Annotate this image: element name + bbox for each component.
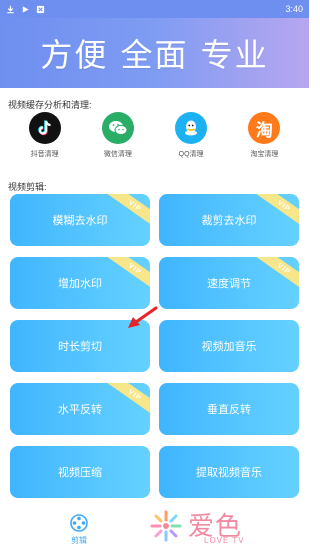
vip-badge: VIP — [106, 383, 150, 418]
cache-app-list: 抖音清理 微信清理 QQ清理 淘 淘宝清理 — [0, 112, 309, 166]
tool-extract-music[interactable]: 提取视频音乐 — [159, 446, 299, 498]
app-name: 淘宝清理 — [250, 151, 279, 158]
tool-add-music[interactable]: 视频加音乐 — [159, 320, 299, 372]
watermark-logo: 爱色 LOVE TV — [148, 506, 258, 546]
watermark-subtext: LOVE TV — [204, 536, 245, 545]
tool-flip-horizontal[interactable]: 水平反转 VIP — [10, 383, 150, 435]
tile-label: 水平反转 — [58, 404, 102, 416]
qq-icon — [175, 112, 208, 144]
tiktok-icon — [28, 112, 61, 144]
clock: 3:40 — [285, 4, 303, 14]
app-wechat-clean[interactable]: 微信清理 — [83, 112, 153, 159]
app-tiktok-clean[interactable]: 抖音清理 — [10, 112, 80, 159]
tool-blur-watermark-removal[interactable]: 模糊去水印 VIP — [10, 194, 150, 246]
header-banner: 方便 全面 专业 — [0, 18, 309, 88]
cache-section-label: 视频缓存分析和清理: — [8, 100, 92, 110]
tool-add-watermark[interactable]: 增加水印 VIP — [10, 257, 150, 309]
edit-section-label: 视频剪辑: — [8, 182, 47, 192]
notification-icon — [36, 5, 45, 13]
status-bar: 3:40 — [0, 0, 309, 18]
tool-speed-adjust[interactable]: 速度调节 VIP — [159, 257, 299, 309]
tile-label: 提取视频音乐 — [196, 467, 262, 479]
tool-crop-watermark-removal[interactable]: 裁剪去水印 VIP — [159, 194, 299, 246]
tile-label: 垂直反转 — [207, 404, 251, 416]
vip-badge: VIP — [106, 194, 150, 229]
nav-item-label: 剪辑 — [71, 536, 87, 545]
app-qq-clean[interactable]: QQ清理 — [156, 112, 226, 159]
wechat-icon — [101, 112, 134, 144]
annotation-arrow-icon — [128, 306, 158, 328]
tool-compress-video[interactable]: 视频压缩 — [10, 446, 150, 498]
vip-badge: VIP — [106, 257, 150, 292]
status-icons — [6, 5, 45, 14]
nav-item-edit[interactable]: 剪辑 — [56, 513, 102, 547]
reel-icon — [70, 514, 88, 532]
tile-label: 速度调节 — [207, 278, 251, 290]
vip-badge: VIP — [255, 194, 299, 229]
watermark-flower-icon — [150, 510, 182, 542]
tile-label: 裁剪去水印 — [201, 215, 257, 227]
app-name: 微信清理 — [103, 151, 132, 158]
tile-label: 视频压缩 — [58, 467, 102, 479]
app-name: QQ清理 — [178, 151, 204, 158]
app-taobao-clean[interactable]: 淘 淘宝清理 — [229, 112, 299, 159]
tile-label: 视频加音乐 — [201, 341, 257, 353]
tile-label: 增加水印 — [58, 278, 102, 290]
tile-label: 模糊去水印 — [52, 215, 108, 227]
download-icon — [7, 5, 14, 13]
play-icon — [22, 5, 29, 13]
taobao-icon: 淘 — [248, 112, 281, 144]
tool-flip-vertical[interactable]: 垂直反转 — [159, 383, 299, 435]
banner-title: 方便 全面 专业 — [40, 36, 269, 74]
app-name: 抖音清理 — [30, 151, 59, 158]
tile-label: 时长剪切 — [58, 341, 102, 353]
vip-badge: VIP — [255, 257, 299, 292]
